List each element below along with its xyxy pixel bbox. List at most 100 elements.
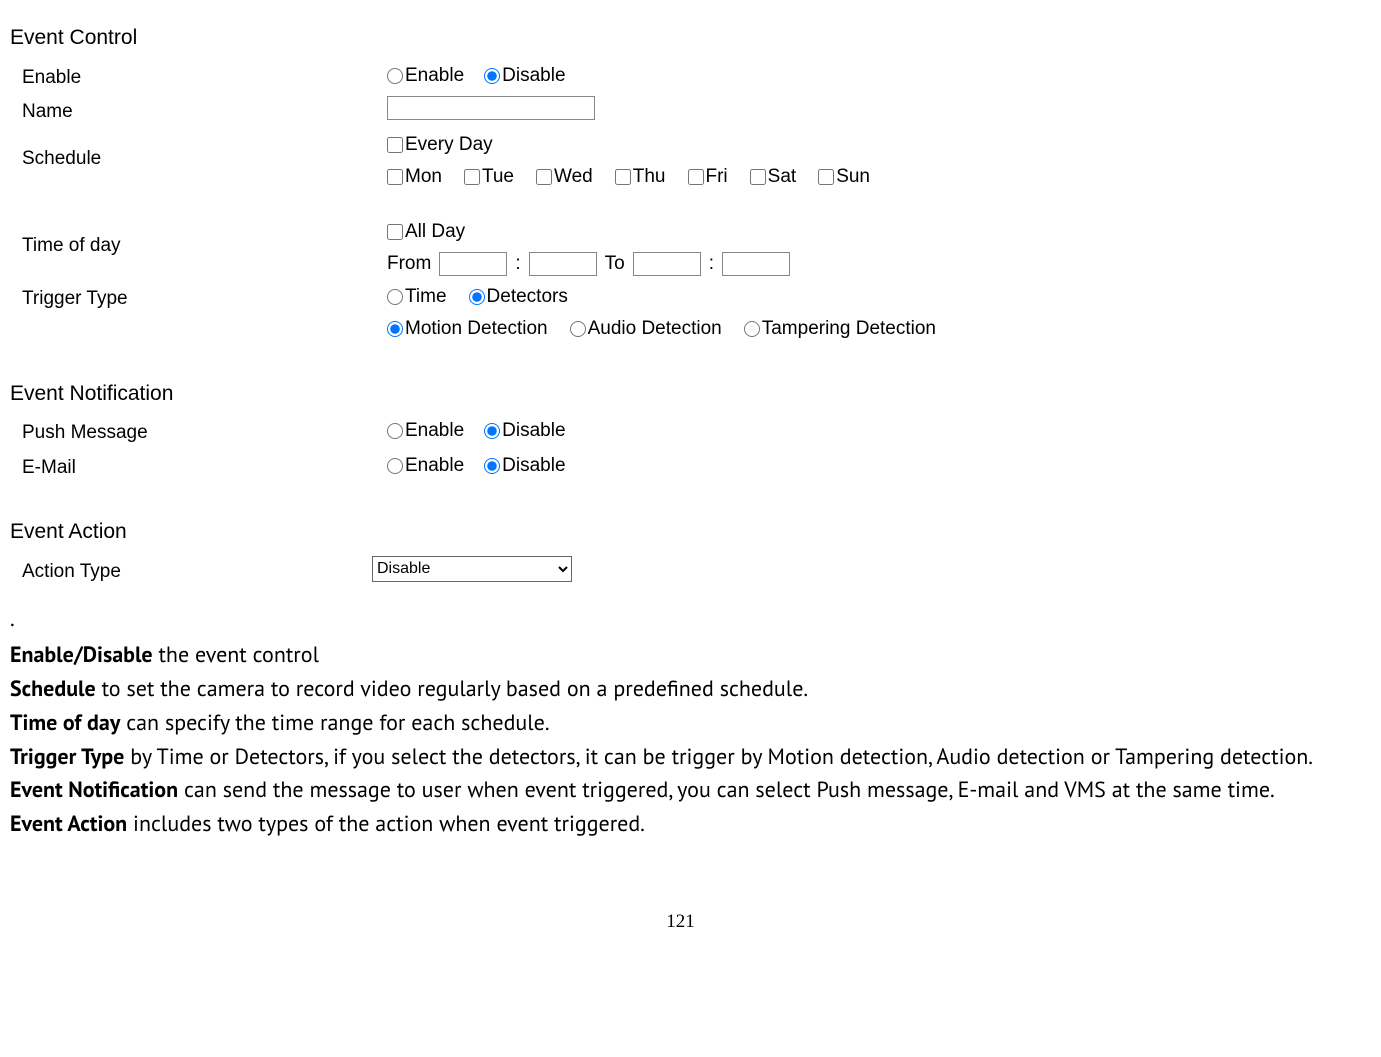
radio-det-motion-input[interactable] (387, 321, 403, 337)
time-to-label: To (605, 250, 625, 279)
desc-line-3: Time of day can specify the time range f… (10, 708, 1351, 740)
radio-enable-disable-text: Disable (502, 62, 565, 91)
desc-l2: to set the camera to record video regula… (96, 675, 808, 703)
radio-det-audio[interactable]: Audio Detection (570, 315, 722, 344)
label-actiontype: Action Type (10, 556, 372, 587)
radio-det-motion-text: Motion Detection (405, 315, 548, 344)
page-number: 121 (10, 911, 1351, 933)
desc-line-6: Event Action includes two types of the a… (10, 809, 1351, 841)
row-timeofday: Time of day All Day From : To : (10, 218, 1351, 279)
radio-push-disable-text: Disable (502, 417, 565, 446)
desc-l1: the event control (153, 641, 319, 669)
row-email: E-Mail Enable Disable (10, 452, 1351, 483)
desc-l6b: Event Action (10, 810, 127, 838)
radio-enable-enable-input[interactable] (387, 68, 403, 84)
radio-email-disable[interactable]: Disable (484, 452, 565, 481)
radio-trigger-time[interactable]: Time (387, 283, 447, 312)
radio-push-enable-text: Enable (405, 417, 464, 446)
check-thu-input[interactable] (615, 169, 631, 185)
desc-l4: by Time or Detectors, if you select the … (124, 743, 1313, 771)
label-schedule: Schedule (10, 131, 387, 174)
check-wed-input[interactable] (536, 169, 552, 185)
label-email: E-Mail (10, 452, 387, 483)
radio-enable-disable-input[interactable] (484, 68, 500, 84)
desc-l3b: Time of day (10, 709, 120, 737)
check-wed[interactable]: Wed (536, 163, 593, 192)
check-fri[interactable]: Fri (688, 163, 728, 192)
check-everyday-text: Every Day (405, 131, 493, 160)
desc-l2b: Schedule (10, 675, 96, 703)
description-area: . Enable/Disable the event control Sched… (10, 604, 1351, 841)
check-allday-input[interactable] (387, 224, 403, 240)
radio-email-disable-text: Disable (502, 452, 565, 481)
check-thu[interactable]: Thu (615, 163, 666, 192)
desc-line-5: Event Notification can send the message … (10, 775, 1351, 807)
check-mon-input[interactable] (387, 169, 403, 185)
row-name: Name (10, 96, 1351, 127)
check-everyday[interactable]: Every Day (387, 131, 493, 160)
time-to-hh[interactable] (633, 252, 701, 276)
radio-trigger-detectors[interactable]: Detectors (469, 283, 568, 312)
radio-push-disable[interactable]: Disable (484, 417, 565, 446)
radio-push-disable-input[interactable] (484, 423, 500, 439)
radio-trigger-detectors-input[interactable] (469, 289, 485, 305)
label-trigger: Trigger Type (10, 283, 387, 314)
label-enable: Enable (10, 62, 387, 93)
time-from-mm[interactable] (529, 252, 597, 276)
check-sun-text: Sun (836, 163, 870, 192)
radio-det-motion[interactable]: Motion Detection (387, 315, 548, 344)
radio-det-tamper-text: Tampering Detection (762, 315, 936, 344)
radio-email-disable-input[interactable] (484, 458, 500, 474)
check-wed-text: Wed (554, 163, 593, 192)
check-allday[interactable]: All Day (387, 218, 465, 247)
radio-det-tamper-input[interactable] (744, 321, 760, 337)
check-tue[interactable]: Tue (464, 163, 514, 192)
radio-enable-disable[interactable]: Disable (484, 62, 565, 91)
action-type-select[interactable]: Disable (372, 556, 572, 582)
check-sat-input[interactable] (750, 169, 766, 185)
radio-email-enable-input[interactable] (387, 458, 403, 474)
row-push: Push Message Enable Disable (10, 417, 1351, 448)
desc-l6: includes two types of the action when ev… (127, 810, 645, 838)
radio-email-enable[interactable]: Enable (387, 452, 464, 481)
section-event-action: Event Action (10, 516, 1351, 548)
desc-line-1: Enable/Disable the event control (10, 640, 1351, 672)
desc-line-4: Trigger Type by Time or Detectors, if yo… (10, 742, 1351, 774)
section-event-control: Event Control (10, 22, 1351, 54)
desc-l1b: Enable/Disable (10, 641, 153, 669)
check-fri-text: Fri (706, 163, 728, 192)
time-colon1: : (515, 250, 520, 279)
check-fri-input[interactable] (688, 169, 704, 185)
time-from-label: From (387, 250, 431, 279)
check-allday-text: All Day (405, 218, 465, 247)
time-from-hh[interactable] (439, 252, 507, 276)
check-sat-text: Sat (768, 163, 797, 192)
check-tue-input[interactable] (464, 169, 480, 185)
radio-det-audio-text: Audio Detection (588, 315, 722, 344)
check-thu-text: Thu (633, 163, 666, 192)
radio-enable-enable[interactable]: Enable (387, 62, 464, 91)
label-timeofday: Time of day (10, 218, 387, 261)
check-sun[interactable]: Sun (818, 163, 870, 192)
radio-trigger-detectors-text: Detectors (487, 283, 568, 312)
check-tue-text: Tue (482, 163, 514, 192)
desc-l3: can specify the time range for each sche… (120, 709, 549, 737)
desc-line-2: Schedule to set the camera to record vid… (10, 674, 1351, 706)
time-to-mm[interactable] (722, 252, 790, 276)
radio-push-enable[interactable]: Enable (387, 417, 464, 446)
label-push: Push Message (10, 417, 387, 448)
section-event-notification: Event Notification (10, 378, 1351, 410)
radio-push-enable-input[interactable] (387, 423, 403, 439)
check-sat[interactable]: Sat (750, 163, 797, 192)
desc-l5b: Event Notification (10, 776, 178, 804)
name-input[interactable] (387, 96, 595, 120)
radio-email-enable-text: Enable (405, 452, 464, 481)
check-everyday-input[interactable] (387, 137, 403, 153)
check-sun-input[interactable] (818, 169, 834, 185)
radio-det-audio-input[interactable] (570, 321, 586, 337)
radio-enable-enable-text: Enable (405, 62, 464, 91)
radio-trigger-time-input[interactable] (387, 289, 403, 305)
row-actiontype: Action Type Disable (10, 556, 1351, 587)
check-mon[interactable]: Mon (387, 163, 442, 192)
radio-det-tamper[interactable]: Tampering Detection (744, 315, 936, 344)
